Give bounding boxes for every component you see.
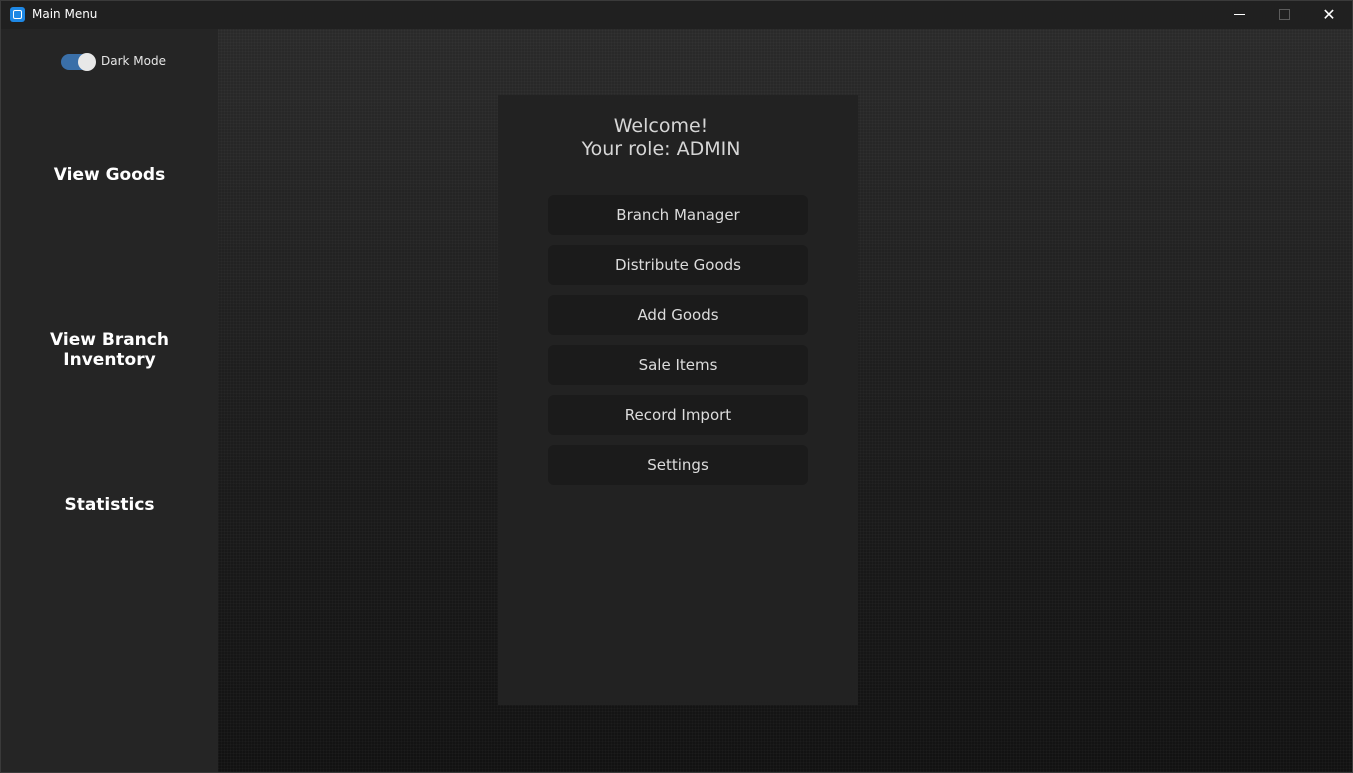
app-icon [10, 7, 25, 22]
settings-button[interactable]: Settings [548, 445, 808, 485]
distribute-goods-button[interactable]: Distribute Goods [548, 245, 808, 285]
sidebar-item-statistics[interactable]: Statistics [1, 495, 218, 515]
menu-panel: Welcome! Your role: ADMIN Branch Manager… [498, 95, 858, 705]
sidebar-item-view-branch-inventory[interactable]: View Branch Inventory [1, 330, 218, 370]
minimize-icon [1234, 14, 1245, 15]
main-area: Welcome! Your role: ADMIN Branch Manager… [218, 29, 1352, 772]
welcome-text: Welcome! Your role: ADMIN [498, 115, 824, 161]
close-button[interactable]: ✕ [1306, 1, 1352, 29]
title-bar: Main Menu ✕ [1, 1, 1352, 29]
close-icon: ✕ [1322, 5, 1336, 24]
maximize-icon [1279, 9, 1290, 20]
branch-manager-button[interactable]: Branch Manager [548, 195, 808, 235]
sale-items-button[interactable]: Sale Items [548, 345, 808, 385]
toggle-track[interactable] [61, 53, 96, 71]
dark-mode-label: Dark Mode [101, 54, 166, 68]
app-window: Main Menu ✕ Dark Mode View Goods View Br… [0, 0, 1353, 773]
add-goods-button[interactable]: Add Goods [548, 295, 808, 335]
minimize-button[interactable] [1216, 1, 1262, 29]
toggle-knob[interactable] [78, 53, 96, 71]
sidebar-item-view-goods[interactable]: View Goods [1, 165, 218, 185]
role-text: Your role: ADMIN [581, 138, 741, 160]
record-import-button[interactable]: Record Import [548, 395, 808, 435]
maximize-button[interactable] [1261, 1, 1307, 29]
welcome-heading: Welcome! [613, 115, 709, 137]
sidebar: Dark Mode View Goods View Branch Invento… [1, 29, 218, 772]
window-title: Main Menu [32, 7, 98, 21]
